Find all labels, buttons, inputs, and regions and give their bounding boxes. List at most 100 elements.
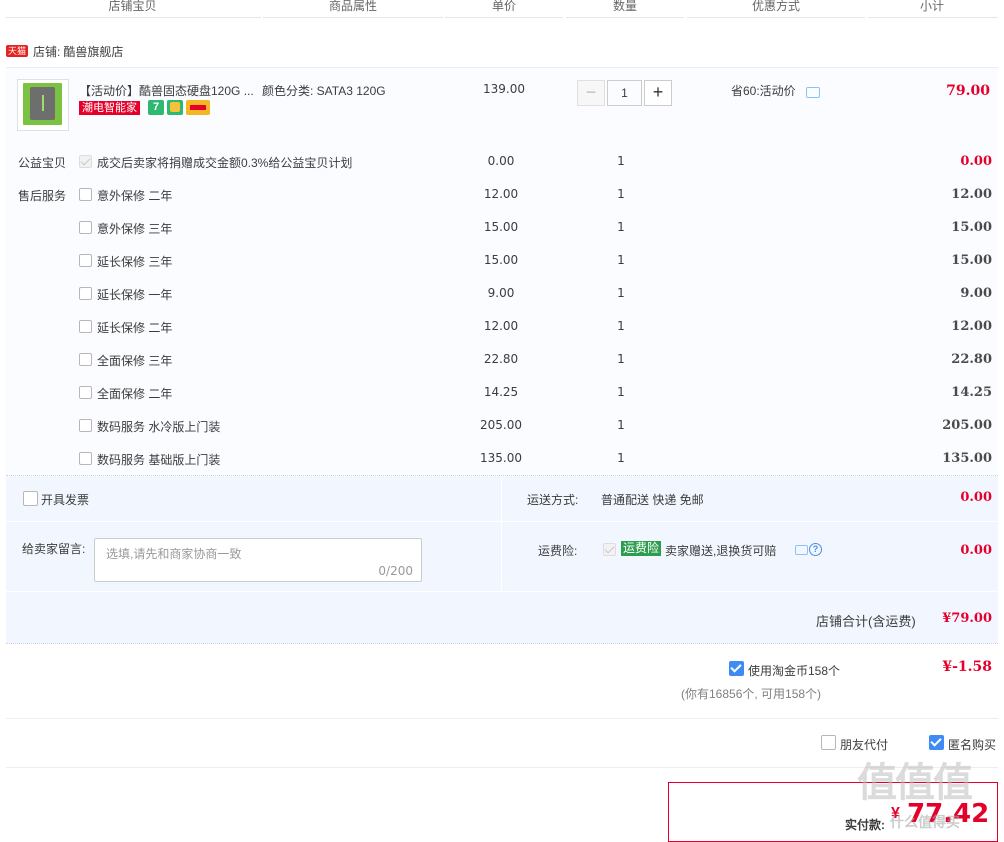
message-placeholder: 选填,请先和商家协商一致	[106, 547, 242, 561]
service-checkbox[interactable]	[79, 287, 92, 300]
divider	[6, 521, 998, 522]
divider	[6, 718, 998, 719]
divider	[501, 476, 502, 591]
column-header-qty: 数量	[612, 0, 637, 13]
service-checkbox[interactable]	[79, 452, 92, 465]
divider	[6, 591, 998, 592]
coins-label: 使用淘金币158个	[748, 664, 841, 678]
service-checkbox[interactable]	[79, 254, 92, 267]
service-checkbox[interactable]	[79, 353, 92, 366]
shop-total-label: 店铺合计(含运费)	[816, 614, 916, 629]
service-price: 22.80	[483, 352, 519, 366]
service-qty: 1	[617, 187, 625, 201]
payment-label: 实付款:	[845, 818, 885, 832]
service-subtotal: 22.80	[951, 352, 992, 367]
service-checkbox[interactable]	[79, 188, 92, 201]
service-checkbox[interactable]	[79, 386, 92, 399]
watermark-logo: 值值值	[857, 761, 973, 805]
service-qty: 1	[617, 385, 625, 399]
charity-qty: 1	[617, 154, 625, 168]
service-name: 数码服务 水冷版上门装	[97, 420, 221, 434]
service-price: 205.00	[480, 418, 522, 432]
coins-note: (你有16856个, 可用158个)	[681, 687, 822, 701]
service-checkbox[interactable]	[79, 320, 92, 333]
column-header-discount: 优惠方式	[751, 0, 800, 13]
invoice-checkbox[interactable]	[23, 491, 38, 506]
insurance-cost: 0.00	[960, 543, 992, 558]
invoice-label: 开具发票	[41, 493, 90, 507]
service-subtotal: 14.25	[951, 385, 992, 400]
shipping-cost: 0.00	[960, 490, 992, 505]
chat-bubble-icon[interactable]	[795, 545, 808, 555]
divider	[263, 17, 443, 18]
shipping-label: 运送方式:	[527, 493, 579, 507]
charity-checkbox	[79, 155, 92, 168]
column-header-attr: 商品属性	[328, 0, 377, 13]
service-subtotal: 12.00	[951, 187, 992, 202]
shipping-method: 普通配送 快递 免邮	[601, 493, 704, 507]
chat-bubble-icon[interactable]	[806, 87, 820, 98]
product-attribute: 颜色分类: SATA3 120G	[262, 84, 386, 98]
divider	[6, 17, 261, 18]
column-header-price: 单价	[491, 0, 516, 13]
charity-text: 成交后卖家将捐赠成交金额0.3%给公益宝贝计划	[97, 156, 353, 170]
seven-day-return-icon: 7	[148, 100, 164, 115]
service-qty: 1	[617, 319, 625, 333]
quantity-decrease-button[interactable]: −	[577, 80, 605, 106]
service-name: 意外保修 三年	[97, 222, 173, 236]
service-qty: 1	[617, 352, 625, 366]
service-name: 延长保修 三年	[97, 255, 173, 269]
service-qty: 1	[617, 451, 625, 465]
service-name: 全面保修 三年	[97, 354, 173, 368]
service-qty: 1	[617, 253, 625, 267]
service-qty: 1	[617, 418, 625, 432]
service-subtotal: 9.00	[960, 286, 992, 301]
service-subtotal: 135.00	[942, 451, 992, 466]
coins-discount: ¥-1.58	[942, 659, 992, 675]
column-header-item: 店铺宝贝	[108, 0, 157, 13]
service-qty: 1	[617, 220, 625, 234]
service-name: 意外保修 二年	[97, 189, 173, 203]
help-icon[interactable]: ?	[809, 543, 822, 556]
quantity-increase-button[interactable]: +	[644, 80, 672, 106]
insurance-label: 运费险:	[538, 544, 578, 558]
tmall-icon: 天猫	[6, 45, 29, 57]
quantity-input[interactable]: 1	[607, 80, 642, 106]
product-unit-price: 139.00	[483, 82, 525, 96]
service-price: 12.00	[483, 319, 519, 333]
charity-subtotal: 0.00	[960, 154, 992, 169]
ssd-image-icon	[23, 83, 62, 125]
insurance-tag: 运费险	[621, 541, 662, 556]
service-price: 12.00	[483, 187, 519, 201]
friend-pay-checkbox[interactable]	[821, 735, 836, 750]
shop-total-value: ¥79.00	[942, 611, 992, 626]
services-label: 售后服务	[18, 189, 67, 203]
message-textarea[interactable]: 选填,请先和商家协商一致 0/200	[94, 538, 422, 582]
service-price: 14.25	[483, 385, 519, 399]
service-name: 全面保修 二年	[97, 387, 173, 401]
shop-label: 店铺:	[33, 44, 61, 59]
divider	[6, 767, 998, 768]
product-thumbnail[interactable]	[17, 79, 69, 131]
insurance-checkbox	[603, 543, 616, 556]
service-price: 9.00	[487, 286, 515, 300]
anonymous-checkbox[interactable]	[929, 735, 944, 750]
service-checkbox[interactable]	[79, 419, 92, 432]
store-badge: 潮电智能家	[79, 101, 140, 115]
coins-checkbox[interactable]	[729, 661, 744, 676]
service-checkbox[interactable]	[79, 221, 92, 234]
discount-text: 省60:活动价	[731, 84, 796, 98]
service-subtotal: 12.00	[951, 319, 992, 334]
product-title-link[interactable]: 【活动价】酷兽固态硬盘120G ...	[79, 82, 254, 99]
shop-name-link[interactable]: 酷兽旗舰店	[63, 43, 123, 60]
product-subtotal: 79.00	[946, 83, 990, 99]
watermark-text: 什么值得买	[890, 814, 960, 830]
message-counter: 0/200	[378, 564, 413, 578]
service-price: 15.00	[483, 253, 519, 267]
service-price: 135.00	[480, 451, 522, 465]
shop-row: 天猫 店铺: 酷兽旗舰店	[6, 43, 123, 60]
credit-card-icon	[186, 100, 210, 115]
service-subtotal: 15.00	[951, 253, 992, 268]
service-name: 延长保修 二年	[97, 321, 173, 335]
charity-price: 0.00	[487, 154, 515, 168]
